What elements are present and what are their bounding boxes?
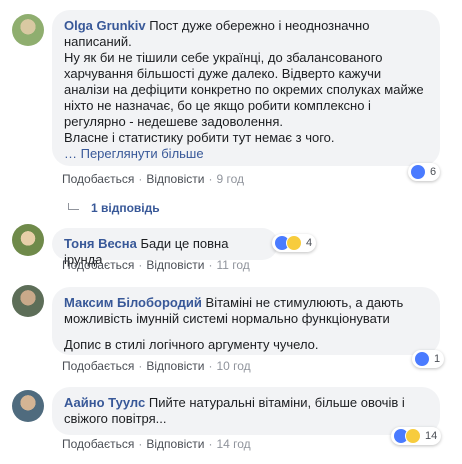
timestamp[interactable]: 9 год <box>216 172 244 186</box>
comment-text: Допис в стилі логічного аргументу чучело… <box>64 337 319 352</box>
comment-actions: Подобається · Відповісти · 9 год <box>62 172 244 186</box>
reaction-count: 6 <box>430 166 437 178</box>
comment-author[interactable]: Максим Білобородий <box>64 295 202 310</box>
reaction-count: 4 <box>306 237 313 249</box>
comment-bubble: Тоня Весна Бади це повна ірунда <box>52 228 278 267</box>
comment-author[interactable]: Аайно Туулс <box>64 395 145 410</box>
reaction-count: 1 <box>434 353 441 365</box>
reply-button[interactable]: Відповісти <box>146 437 204 451</box>
comment-text: Власне і статистику робити тут немає з ч… <box>64 130 335 145</box>
avatar[interactable] <box>12 285 44 317</box>
avatar[interactable] <box>12 14 44 46</box>
reaction-summary[interactable]: 14 <box>391 427 442 445</box>
comment-bubble: Максим Білобородий Вітаміні не стимулюют… <box>52 287 440 355</box>
haha-icon <box>405 428 421 444</box>
timestamp[interactable]: 11 год <box>216 258 249 272</box>
view-replies-link[interactable]: 1 відповідь <box>68 201 160 215</box>
haha-icon <box>286 235 302 251</box>
replies-count: 1 відповідь <box>91 201 160 215</box>
comment-author[interactable]: Olga Grunkiv <box>64 18 146 33</box>
reaction-summary[interactable]: 1 <box>412 350 445 368</box>
comment-bubble: Аайно Туулс Пийте натуральні вітаміни, б… <box>52 387 440 435</box>
reply-button[interactable]: Відповісти <box>146 258 204 272</box>
avatar[interactable] <box>12 390 44 422</box>
reaction-summary[interactable]: 4 <box>272 234 317 252</box>
comment-actions: Подобається · Відповісти · 14 год <box>62 437 251 451</box>
timestamp[interactable]: 10 год <box>216 359 250 373</box>
comment-text: Ну як би не тішили себе українці, до зба… <box>64 50 424 129</box>
like-button[interactable]: Подобається <box>62 437 134 451</box>
like-icon <box>410 164 426 180</box>
comment-actions: Подобається · Відповісти · 11 год <box>62 258 250 272</box>
reaction-count: 14 <box>425 430 438 442</box>
like-button[interactable]: Подобається <box>62 172 134 186</box>
comment-bubble: Olga Grunkiv Пост дуже обережно і неодно… <box>52 10 440 166</box>
reaction-summary[interactable]: 6 <box>408 163 441 181</box>
reply-button[interactable]: Відповісти <box>146 359 204 373</box>
like-button[interactable]: Подобається <box>62 359 134 373</box>
comment-author[interactable]: Тоня Весна <box>64 236 137 251</box>
like-button[interactable]: Подобається <box>62 258 134 272</box>
timestamp[interactable]: 14 год <box>216 437 250 451</box>
avatar[interactable] <box>12 224 44 256</box>
see-more-link[interactable]: … Переглянути більше <box>64 146 428 162</box>
reply-arrow-icon <box>68 203 79 210</box>
comment-actions: Подобається · Відповісти · 10 год <box>62 359 251 373</box>
like-icon <box>414 351 430 367</box>
reply-button[interactable]: Відповісти <box>146 172 204 186</box>
